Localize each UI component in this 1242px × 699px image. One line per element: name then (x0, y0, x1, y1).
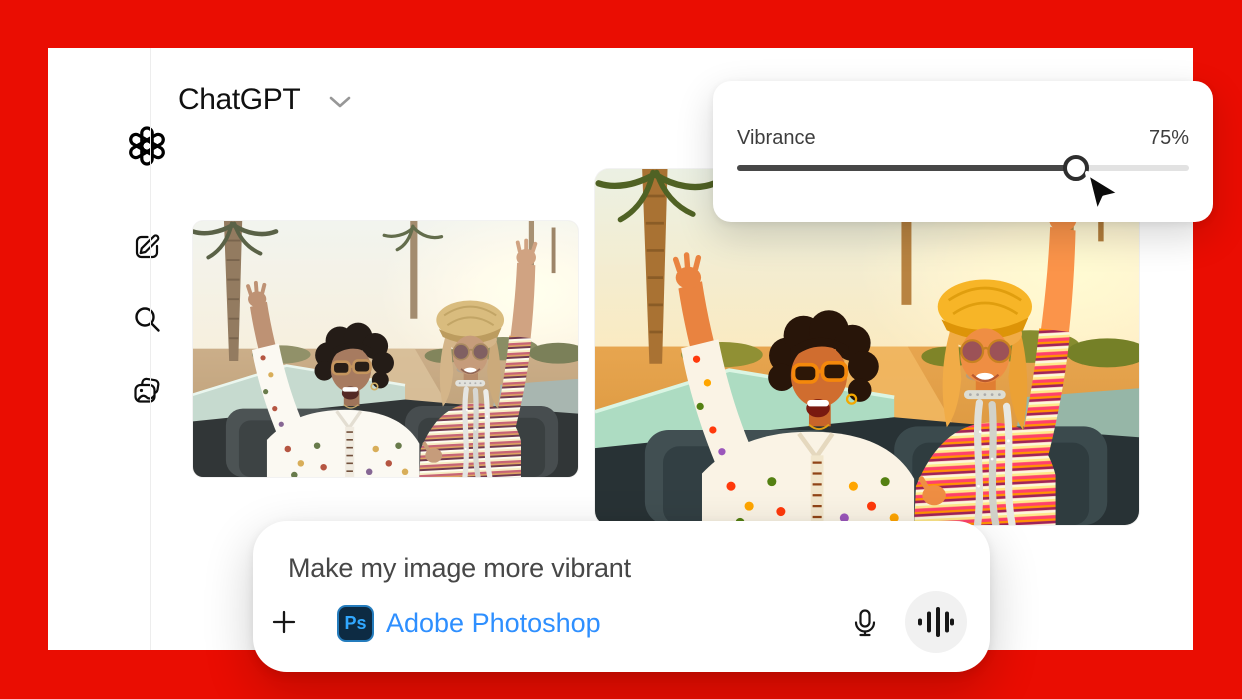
vibrance-popup: Vibrance 75% (713, 81, 1213, 222)
sidebar-item-library[interactable] (127, 371, 167, 411)
page-title[interactable]: ChatGPT (178, 82, 300, 118)
library-icon (132, 376, 162, 406)
vibrance-slider-thumb[interactable] (1063, 155, 1089, 181)
openai-logo[interactable] (127, 126, 167, 166)
chevron-down-icon[interactable] (329, 95, 351, 109)
photoshop-app-icon[interactable]: Ps (337, 605, 374, 642)
prompt-text[interactable]: Make my image more vibrant (288, 553, 631, 584)
red-frame: ChatGPT Vibrance 75% Make my image more … (0, 0, 1242, 699)
sidebar-divider (150, 48, 151, 650)
attach-button[interactable] (270, 608, 298, 636)
photoshop-app-name[interactable]: Adobe Photoshop (386, 608, 601, 639)
composer-card[interactable]: Make my image more vibrant Ps Adobe Phot… (253, 521, 990, 672)
search-icon (132, 304, 162, 334)
ps-badge-text: Ps (344, 613, 366, 634)
sidebar-item-new-chat[interactable] (127, 226, 167, 266)
vibrance-slider[interactable] (737, 165, 1189, 171)
vibrance-value: 75% (1149, 127, 1189, 150)
photo-before[interactable] (193, 221, 578, 477)
voice-waveform-icon (916, 604, 956, 640)
photo-after[interactable] (595, 169, 1139, 525)
voice-mode-button[interactable] (905, 591, 967, 653)
dictate-button[interactable] (849, 607, 881, 639)
vibrance-label: Vibrance (737, 127, 816, 150)
compose-icon (132, 231, 162, 261)
sidebar-item-search[interactable] (127, 299, 167, 339)
microphone-icon (849, 607, 881, 639)
vibrance-slider-fill (737, 165, 1076, 171)
plus-icon (270, 608, 298, 636)
